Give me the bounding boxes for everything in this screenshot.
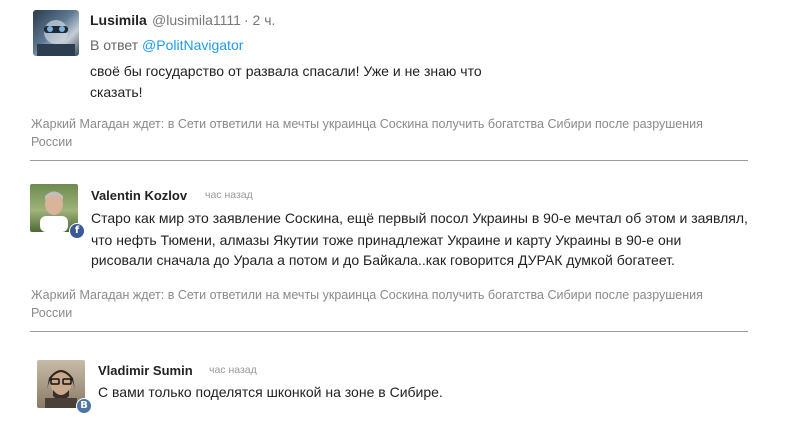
article-source-link[interactable]: России — [31, 304, 72, 323]
avatar-vladimir-sumin[interactable]: B — [37, 360, 92, 414]
comment-divider — [30, 331, 748, 332]
facebook-icon: f — [69, 223, 85, 239]
comment-text-line: рисовали сначала до Урала а потом и до Б… — [91, 252, 675, 268]
comment-author[interactable]: Valentin Kozlov — [91, 188, 187, 203]
vk-icon: B — [76, 398, 92, 414]
article-source-link[interactable]: Жаркий Магадан ждет: в Сети ответили на … — [31, 115, 703, 134]
avatar-image — [37, 20, 75, 56]
comment-time: час назад — [209, 364, 257, 376]
avatar-lusimila[interactable] — [33, 10, 79, 56]
comment-text-line: Старо как мир это заявление Соскина, ещё… — [91, 210, 748, 226]
comment-text-line: что нефть Тюмени, алмазы Якутии тоже при… — [91, 232, 682, 248]
reply-context: В ответ @PolitNavigator — [90, 37, 243, 53]
comment-author[interactable]: Lusimila — [90, 12, 147, 28]
comment-divider — [30, 160, 748, 161]
article-source-link[interactable]: России — [31, 133, 72, 152]
comment-text-line: своё бы государство от развала спасали! … — [90, 63, 482, 79]
comment-time: час назад — [205, 189, 253, 201]
comment-handle[interactable]: @lusimila1111 — [152, 12, 241, 28]
reply-to-link[interactable]: @PolitNavigator — [142, 37, 243, 53]
comment-text-line: сказать! — [90, 84, 143, 100]
comment-time[interactable]: · 2 ч. — [244, 12, 275, 28]
avatar-valentin-kozlov[interactable]: f — [30, 184, 85, 239]
comment-text-line: С вами только поделятся шконкой на зоне … — [98, 384, 443, 400]
article-source-link[interactable]: Жаркий Магадан ждет: в Сети ответили на … — [31, 286, 703, 305]
comment-author[interactable]: Vladimir Sumin — [98, 363, 193, 378]
reply-prefix: В ответ — [90, 37, 139, 53]
